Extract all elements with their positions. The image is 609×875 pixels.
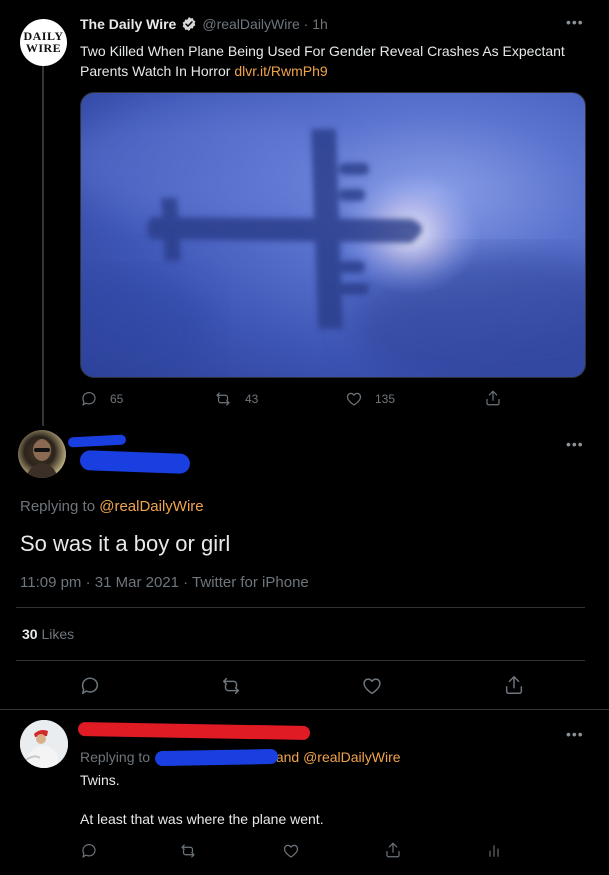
tweet-text: So was it a boy or girl xyxy=(20,531,231,556)
verified-badge-icon xyxy=(181,16,197,32)
reply-action[interactable] xyxy=(80,842,98,860)
redacted-handle xyxy=(79,450,191,474)
avatar-photo-icon xyxy=(20,720,68,768)
user-avatar[interactable] xyxy=(18,430,66,478)
author-name[interactable]: The Daily Wire xyxy=(80,16,176,32)
likes-count: 30 xyxy=(22,626,38,642)
retweet-icon xyxy=(181,844,195,858)
retweet-action[interactable] xyxy=(178,842,198,860)
reply-text-line2: At least that was where the plane went. xyxy=(80,811,324,827)
airplane-shadow-icon xyxy=(81,103,585,377)
handle-and-time[interactable]: @realDailyWire · 1h xyxy=(202,16,327,32)
tweet-meta: 11:09 pm · 31 Mar 2021 · Twitter for iPh… xyxy=(20,574,309,591)
share-action[interactable] xyxy=(503,674,525,696)
reply-action[interactable] xyxy=(79,675,101,697)
reply-tweet[interactable]: ••• Replying to and @realDailyWire Twins… xyxy=(0,710,609,875)
redacted-reply-handle xyxy=(154,748,279,767)
analytics-icon xyxy=(489,845,499,857)
more-options-icon[interactable]: ••• xyxy=(566,726,584,742)
replying-handle-link[interactable]: @realDailyWire xyxy=(99,498,203,515)
heart-icon xyxy=(346,392,362,406)
tweet-link[interactable]: dlvr.it/RwmPh9 xyxy=(234,63,327,79)
tweet-media-image[interactable] xyxy=(80,92,586,378)
retweet-action[interactable]: 43 xyxy=(213,390,258,408)
more-options-icon[interactable]: ••• xyxy=(566,436,584,452)
replying-prefix: Replying to xyxy=(80,749,151,765)
daily-wire-avatar[interactable]: DAILY WIRE xyxy=(20,19,67,66)
share-icon xyxy=(486,390,500,406)
reply-text-line1: Twins. xyxy=(80,772,120,788)
more-options-icon[interactable]: ••• xyxy=(566,14,584,30)
replying-to: Replying to @realDailyWire xyxy=(20,498,204,515)
avatar-photo-icon xyxy=(26,439,58,478)
heart-icon xyxy=(363,678,381,695)
replying-prefix: Replying to xyxy=(20,498,96,515)
divider xyxy=(16,660,585,661)
redacted-username xyxy=(67,434,127,448)
reply-action[interactable]: 65 xyxy=(80,390,123,408)
share-action[interactable] xyxy=(384,841,402,859)
like-action[interactable]: 135 xyxy=(345,390,395,408)
original-tweet[interactable]: DAILY WIRE The Daily Wire @realDailyWire… xyxy=(0,0,609,426)
like-action[interactable] xyxy=(361,675,383,697)
avatar-logo-line2: WIRE xyxy=(25,41,62,55)
retweet-icon xyxy=(222,677,240,695)
divider xyxy=(16,607,585,608)
focused-tweet[interactable]: ••• Replying to @realDailyWire So was it… xyxy=(0,420,609,710)
retweet-count: 43 xyxy=(245,392,259,406)
reply-icon xyxy=(82,392,96,406)
like-action[interactable] xyxy=(282,842,300,860)
share-action[interactable] xyxy=(484,389,502,407)
redacted-username xyxy=(77,721,311,741)
thread-line xyxy=(42,64,44,426)
retweet-action[interactable] xyxy=(219,675,243,697)
like-count: 135 xyxy=(375,392,396,406)
analytics-action[interactable] xyxy=(486,842,502,860)
likes-label: Likes xyxy=(41,626,75,642)
reply-count: 65 xyxy=(110,392,124,406)
heart-icon xyxy=(283,844,299,858)
tweet-text: Two Killed When Plane Being Used For Gen… xyxy=(80,41,590,81)
reply-icon xyxy=(81,677,99,695)
share-icon xyxy=(505,676,523,694)
likes-stat[interactable]: 30 Likes xyxy=(22,626,74,642)
reply-user-avatar[interactable] xyxy=(20,720,68,768)
replying-handles-link[interactable]: and @realDailyWire xyxy=(276,749,401,765)
reply-icon xyxy=(82,844,96,858)
tweet-header: The Daily Wire @realDailyWire · 1h xyxy=(80,16,328,32)
share-icon xyxy=(386,842,400,858)
retweet-icon xyxy=(216,392,230,406)
